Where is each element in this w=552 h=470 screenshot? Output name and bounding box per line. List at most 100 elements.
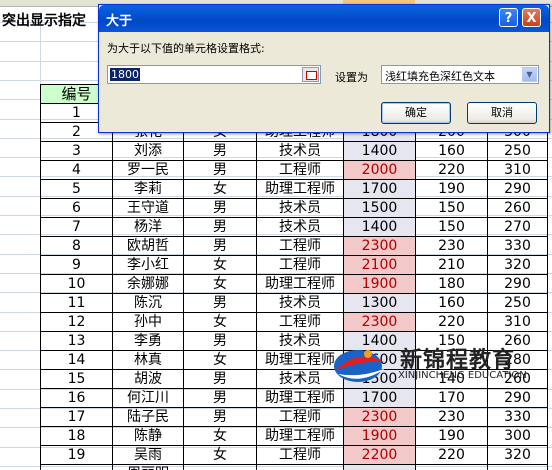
table-cell[interactable]: 欧胡哲 [112,236,184,256]
table-cell[interactable]: 工程师 [256,160,344,180]
table-cell[interactable]: 19 [40,445,113,465]
table-cell[interactable]: 13 [40,331,113,351]
table-cell[interactable]: 310 [487,312,548,332]
table-cell[interactable]: 290 [487,179,548,199]
table-cell[interactable]: 300 [487,426,548,446]
table-cell[interactable]: 女 [183,255,257,275]
table-cell[interactable]: 1300 [343,293,416,313]
table-cell[interactable]: 6 [40,198,113,218]
table-cell[interactable]: 林真 [112,350,184,370]
table-cell[interactable]: 技术员 [256,293,344,313]
table-cell[interactable]: 320 [487,255,548,275]
table-cell[interactable]: 250 [487,141,548,161]
table-cell[interactable]: 330 [487,407,548,427]
table-cell[interactable] [256,464,344,470]
table-cell[interactable]: 12 [40,312,113,332]
table-cell[interactable]: 助理工程师 [256,274,344,294]
table-cell[interactable]: 助理工程师 [256,426,344,446]
table-cell[interactable]: 11 [40,293,113,313]
table-cell[interactable] [415,464,488,470]
table-cell[interactable]: 290 [487,388,548,408]
table-cell[interactable]: 1500 [343,198,416,218]
table-cell[interactable] [40,464,113,470]
table-cell[interactable]: 何江川 [112,388,184,408]
help-button[interactable]: ? [499,8,518,27]
table-cell[interactable]: 15 [40,369,113,389]
table-cell[interactable]: 刘添 [112,141,184,161]
table-cell[interactable]: 190 [415,426,488,446]
table-cell[interactable]: 男 [183,388,257,408]
table-cell[interactable]: 技术员 [256,141,344,161]
table-cell[interactable] [343,464,416,470]
table-cell[interactable]: 2200 [343,445,416,465]
table-cell[interactable]: 助理工程师 [256,388,344,408]
table-cell[interactable]: 男 [183,160,257,180]
table-cell[interactable]: 270 [487,217,548,237]
table-cell[interactable]: 9 [40,255,113,275]
table-cell[interactable]: 230 [415,236,488,256]
table-cell[interactable]: 助理工程师 [256,179,344,199]
table-cell[interactable]: 男 [183,331,257,351]
table-cell[interactable]: 180 [415,274,488,294]
table-cell[interactable]: 220 [415,312,488,332]
table-cell[interactable]: 女 [183,426,257,446]
table-cell[interactable]: 周丽明 [112,464,184,470]
dialog-titlebar[interactable]: 大于 ? X [99,5,549,32]
table-cell[interactable]: 230 [415,407,488,427]
table-cell[interactable]: 16 [40,388,113,408]
table-cell[interactable]: 工程师 [256,312,344,332]
table-cell[interactable]: 260 [487,198,548,218]
table-cell[interactable]: 330 [487,236,548,256]
table-cell[interactable]: 陆子民 [112,407,184,427]
table-cell[interactable]: 160 [415,141,488,161]
table-cell[interactable]: 1700 [343,388,416,408]
table-cell[interactable]: 210 [415,255,488,275]
table-cell[interactable]: 2300 [343,312,416,332]
table-cell[interactable]: 2000 [343,160,416,180]
table-cell[interactable]: 工程师 [256,445,344,465]
format-select[interactable]: 浅红填充色深红色文本 ▼ [381,65,539,84]
table-cell[interactable]: 男 [183,369,257,389]
table-cell[interactable]: 2300 [343,236,416,256]
table-cell[interactable]: 17 [40,407,113,427]
table-cell[interactable]: 150 [415,198,488,218]
table-cell[interactable]: 1900 [343,426,416,446]
table-cell[interactable]: 陈静 [112,426,184,446]
table-cell[interactable]: 工程师 [256,236,344,256]
table-cell[interactable]: 男 [183,293,257,313]
table-cell[interactable]: 1400 [343,217,416,237]
table-cell[interactable]: 310 [487,160,548,180]
table-cell[interactable]: 技术员 [256,198,344,218]
table-cell[interactable]: 250 [487,293,548,313]
table-cell[interactable]: 190 [415,179,488,199]
table-cell[interactable]: 胡波 [112,369,184,389]
table-cell[interactable]: 男 [183,198,257,218]
table-cell[interactable] [487,464,548,470]
table-cell[interactable]: 220 [415,160,488,180]
table-cell[interactable]: 王守道 [112,198,184,218]
table-cell[interactable]: 女 [183,179,257,199]
table-cell[interactable]: 李小红 [112,255,184,275]
table-cell[interactable]: 18 [40,426,113,446]
chevron-down-icon[interactable]: ▼ [522,67,537,82]
table-cell[interactable]: 女 [183,445,257,465]
table-cell[interactable]: 2100 [343,255,416,275]
table-cell[interactable]: 1700 [343,179,416,199]
table-cell[interactable]: 女 [183,312,257,332]
table-cell[interactable]: 1900 [343,274,416,294]
table-cell[interactable]: 杨洋 [112,217,184,237]
close-button[interactable]: X [522,8,541,27]
table-cell[interactable]: 孙中 [112,312,184,332]
table-cell[interactable]: 150 [415,217,488,237]
table-cell[interactable]: 男 [183,407,257,427]
table-cell[interactable]: 10 [40,274,113,294]
table-cell[interactable]: 8 [40,236,113,256]
table-cell[interactable]: 170 [415,388,488,408]
table-cell[interactable]: 男 [183,236,257,256]
table-cell[interactable]: 吴雨 [112,445,184,465]
threshold-input[interactable]: 1800 [107,65,321,84]
table-cell[interactable]: 李勇 [112,331,184,351]
cancel-button[interactable]: 取消 [467,102,537,124]
table-cell[interactable]: 技术员 [256,217,344,237]
table-cell[interactable]: 工程师 [256,255,344,275]
